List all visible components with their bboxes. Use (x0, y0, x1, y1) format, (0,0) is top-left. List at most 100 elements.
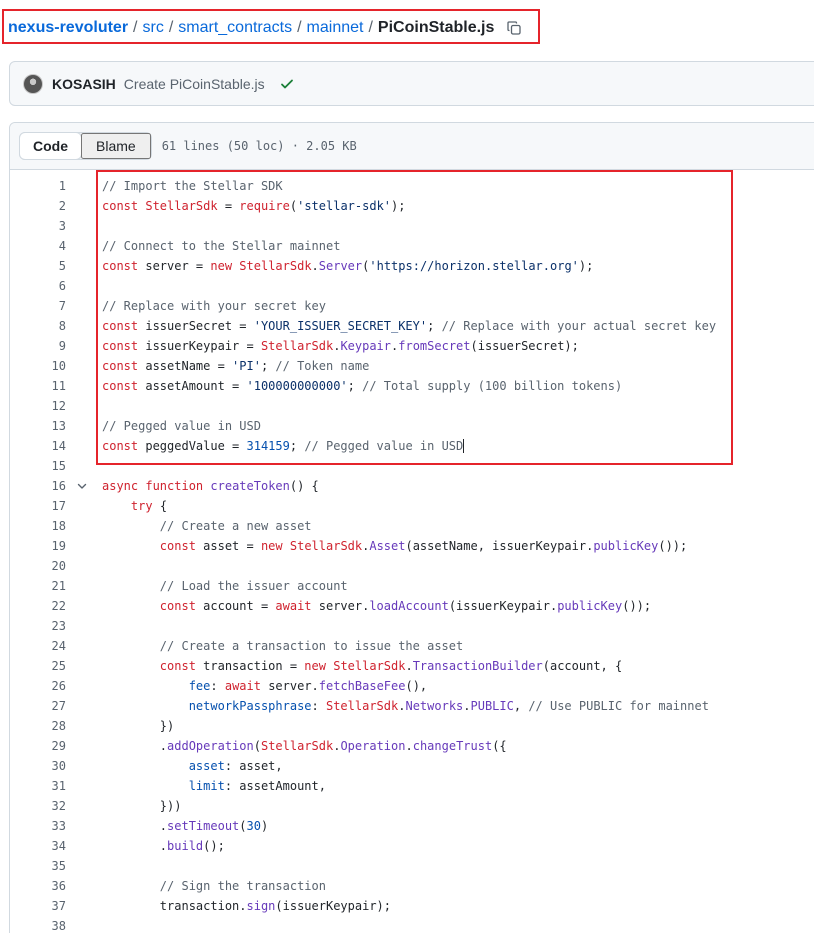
code-line: 8 const issuerSecret = 'YOUR_ISSUER_SECRE… (0, 316, 814, 336)
code-line: 16 async function createToken() { (0, 476, 814, 496)
code-text[interactable]: // Load the issuer account (102, 579, 348, 593)
check-icon[interactable] (279, 76, 295, 92)
code-text[interactable]: transaction.sign(issuerKeypair); (102, 899, 391, 913)
code-text[interactable]: // Connect to the Stellar mainnet (102, 239, 340, 253)
line-number[interactable]: 30 (0, 759, 66, 773)
line-number[interactable]: 27 (0, 699, 66, 713)
line-number[interactable]: 36 (0, 879, 66, 893)
code-line: 13 // Pegged value in USD (0, 416, 814, 436)
copy-path-icon[interactable] (506, 20, 522, 36)
code-line: 12 (0, 396, 814, 416)
code-text[interactable]: const server = new StellarSdk.Server('ht… (102, 259, 593, 273)
code-text[interactable]: const transaction = new StellarSdk.Trans… (102, 659, 622, 673)
line-number[interactable]: 17 (0, 499, 66, 513)
code-text[interactable]: // Create a transaction to issue the ass… (102, 639, 463, 653)
tab-code[interactable]: Code (19, 132, 82, 160)
code-text[interactable]: fee: await server.fetchBaseFee(), (102, 679, 427, 693)
breadcrumb-link-smart-contracts[interactable]: smart_contracts (178, 19, 292, 37)
avatar[interactable] (23, 73, 43, 94)
line-number[interactable]: 18 (0, 519, 66, 533)
code-line: 33 .setTimeout(30) (0, 816, 814, 836)
line-number[interactable]: 2 (0, 199, 66, 213)
breadcrumb-current-file: PiCoinStable.js (377, 19, 495, 36)
code-text[interactable]: // Sign the transaction (102, 879, 326, 893)
code-line: 20 (0, 556, 814, 576)
line-number[interactable]: 35 (0, 859, 66, 873)
breadcrumb-link-mainnet[interactable]: mainnet (307, 19, 364, 37)
line-number[interactable]: 12 (0, 399, 66, 413)
code-text[interactable]: .setTimeout(30) (102, 819, 268, 833)
line-number[interactable]: 20 (0, 559, 66, 573)
code-text[interactable]: try { (102, 499, 167, 513)
chevron-down-icon[interactable] (76, 480, 88, 492)
code-line: 22 const account = await server.loadAcco… (0, 596, 814, 616)
line-number[interactable]: 19 (0, 539, 66, 553)
code-line: 35 (0, 856, 814, 876)
code-text[interactable]: const issuerSecret = 'YOUR_ISSUER_SECRET… (102, 319, 716, 333)
code-text[interactable]: const peggedValue = 314159; // Pegged va… (102, 439, 465, 453)
code-line: 11 const assetAmount = '100000000000'; //… (0, 376, 814, 396)
code-text[interactable]: const account = await server.loadAccount… (102, 599, 651, 613)
code-text[interactable]: // Pegged value in USD (102, 419, 261, 433)
line-number[interactable]: 23 (0, 619, 66, 633)
breadcrumb-repo-link[interactable]: nexus-revoluter (8, 19, 128, 37)
line-number[interactable]: 34 (0, 839, 66, 853)
code-text[interactable]: const assetAmount = '100000000000'; // T… (102, 379, 622, 393)
breadcrumb: nexus-revoluter / src / smart_contracts … (8, 17, 522, 39)
line-number[interactable]: 25 (0, 659, 66, 673)
file-header: Code Blame 61 lines (50 loc) · 2.05 KB (10, 123, 814, 170)
line-number[interactable]: 24 (0, 639, 66, 653)
code-text[interactable]: .addOperation(StellarSdk.Operation.chang… (102, 739, 507, 753)
code-text[interactable]: const StellarSdk = require('stellar-sdk'… (102, 199, 405, 213)
code-text[interactable]: const assetName = 'PI'; // Token name (102, 359, 369, 373)
line-number[interactable]: 32 (0, 799, 66, 813)
code-text[interactable]: .build(); (102, 839, 225, 853)
code-text[interactable]: const issuerKeypair = StellarSdk.Keypair… (102, 339, 579, 353)
line-number[interactable]: 13 (0, 419, 66, 433)
breadcrumb-link-src[interactable]: src (143, 19, 164, 37)
line-number[interactable]: 14 (0, 439, 66, 453)
code-line: 26 fee: await server.fetchBaseFee(), (0, 676, 814, 696)
line-number[interactable]: 29 (0, 739, 66, 753)
line-number[interactable]: 7 (0, 299, 66, 313)
line-number[interactable]: 1 (0, 179, 66, 193)
commit-message[interactable]: Create PiCoinStable.js (124, 76, 265, 92)
code-text[interactable]: asset: asset, (102, 759, 283, 773)
code-text[interactable]: }) (102, 719, 174, 733)
line-number[interactable]: 9 (0, 339, 66, 353)
tab-blame[interactable]: Blame (81, 133, 151, 159)
line-number[interactable]: 31 (0, 779, 66, 793)
code-text[interactable]: // Replace with your secret key (102, 299, 326, 313)
code-line: 9 const issuerKeypair = StellarSdk.Keypai… (0, 336, 814, 356)
code-text[interactable]: // Import the Stellar SDK (102, 179, 283, 193)
code-text[interactable]: networkPassphrase: StellarSdk.Networks.P… (102, 699, 709, 713)
code-view[interactable]: 1 // Import the Stellar SDK 2 const Stellar… (0, 176, 814, 933)
code-line: 36 // Sign the transaction (0, 876, 814, 896)
commit-author[interactable]: KOSASIH (52, 76, 116, 92)
line-number[interactable]: 5 (0, 259, 66, 273)
line-number[interactable]: 4 (0, 239, 66, 253)
line-number[interactable]: 6 (0, 279, 66, 293)
line-number[interactable]: 11 (0, 379, 66, 393)
code-text[interactable]: async function createToken() { (102, 479, 319, 493)
line-number[interactable]: 15 (0, 459, 66, 473)
code-text[interactable]: })) (102, 799, 182, 813)
code-line: 30 asset: asset, (0, 756, 814, 776)
code-text[interactable]: const asset = new StellarSdk.Asset(asset… (102, 539, 687, 553)
line-number[interactable]: 21 (0, 579, 66, 593)
line-number[interactable]: 33 (0, 819, 66, 833)
line-number[interactable]: 10 (0, 359, 66, 373)
code-text[interactable]: limit: assetAmount, (102, 779, 326, 793)
code-line: 34 .build(); (0, 836, 814, 856)
code-text[interactable]: // Create a new asset (102, 519, 312, 533)
latest-commit-bar: KOSASIH Create PiCoinStable.js (9, 61, 814, 106)
line-number[interactable]: 3 (0, 219, 66, 233)
line-number[interactable]: 8 (0, 319, 66, 333)
line-number[interactable]: 22 (0, 599, 66, 613)
line-number[interactable]: 28 (0, 719, 66, 733)
line-number[interactable]: 16 (0, 479, 66, 493)
code-line: 25 const transaction = new StellarSdk.Tr… (0, 656, 814, 676)
line-number[interactable]: 26 (0, 679, 66, 693)
line-number[interactable]: 38 (0, 919, 66, 933)
line-number[interactable]: 37 (0, 899, 66, 913)
